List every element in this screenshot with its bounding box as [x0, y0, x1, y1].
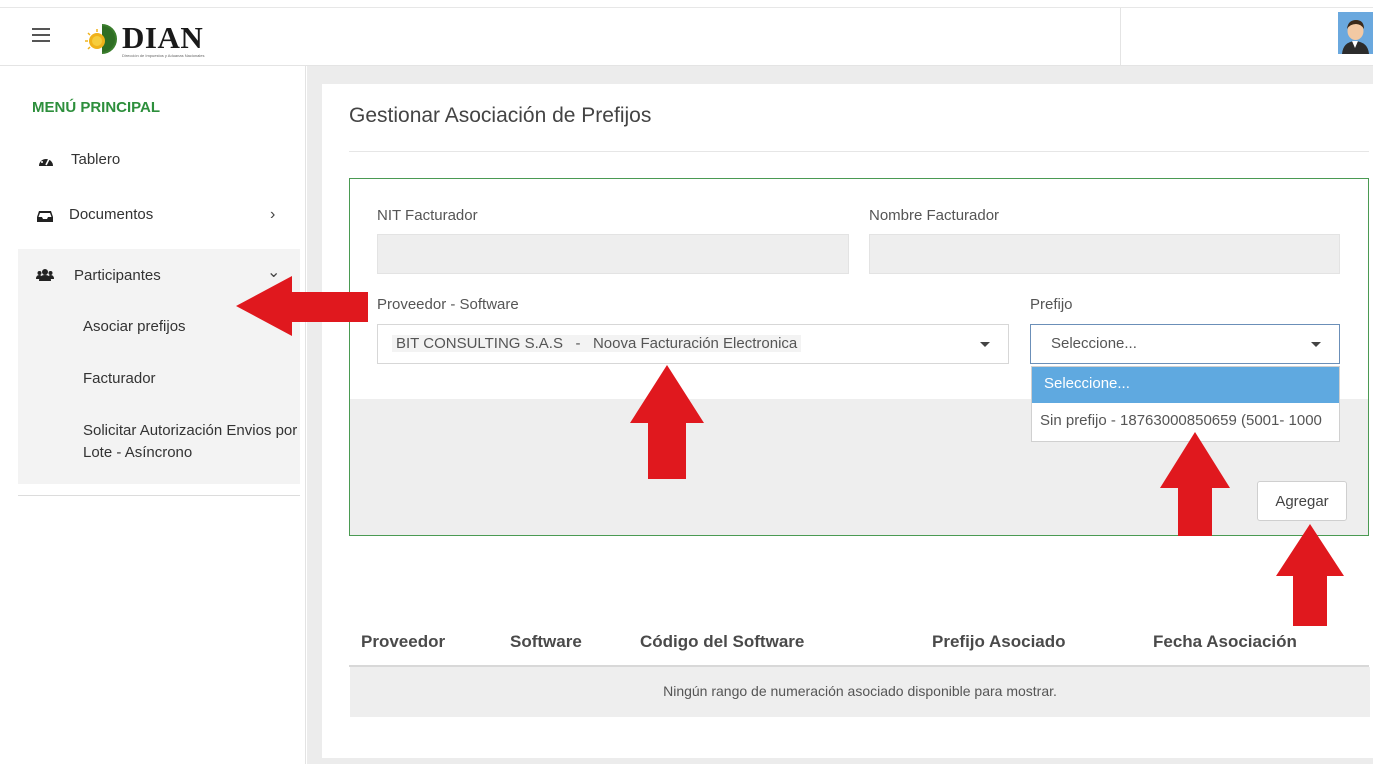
brand-tagline: Dirección de Impuestos y Aduanas Naciona… — [122, 53, 205, 58]
arrow-up-annotation-icon — [1276, 524, 1344, 626]
agregar-button[interactable]: Agregar — [1257, 481, 1347, 521]
chevron-right-icon: › — [270, 206, 276, 223]
nombre-label: Nombre Facturador — [869, 207, 1000, 224]
avatar-person-icon — [1338, 12, 1373, 54]
nit-label: NIT Facturador — [377, 207, 478, 224]
column-header-fecha-asociacion[interactable]: Fecha Asociación — [1153, 632, 1297, 652]
nit-field[interactable] — [377, 234, 849, 274]
column-header-proveedor[interactable]: Proveedor — [361, 632, 445, 652]
sidebar-subitem-solicitar-autorizacion[interactable]: Solicitar Autorización Envios por Lote -… — [83, 420, 298, 464]
sidebar-divider — [18, 495, 300, 496]
header-divider — [1120, 8, 1121, 65]
users-icon — [36, 269, 54, 281]
proveedor-label: Proveedor - Software — [377, 296, 519, 313]
caret-down-icon — [1311, 342, 1321, 347]
sidebar-item-label: Participantes — [74, 267, 161, 284]
sidebar-item-label: Tablero — [71, 151, 121, 168]
dashboard-icon — [39, 157, 53, 166]
column-header-prefijo-asociado[interactable]: Prefijo Asociado — [932, 632, 1066, 652]
prefijo-dropdown-list: Seleccione... Sin prefijo - 187630008506… — [1031, 366, 1340, 442]
top-header: DIAN Dirección de Impuestos y Aduanas Na… — [0, 0, 1373, 66]
dian-logo[interactable]: DIAN Dirección de Impuestos y Aduanas Na… — [84, 18, 214, 62]
proveedor-select[interactable]: BIT CONSULTING S.A.S - Noova Facturación… — [377, 324, 1009, 364]
sidebar-item-label: Documentos — [69, 206, 154, 223]
proveedor-selected-value: BIT CONSULTING S.A.S - Noova Facturación… — [392, 335, 802, 352]
title-divider — [349, 151, 1369, 152]
arrow-up-annotation-icon — [630, 365, 704, 479]
empty-table-message: Ningún rango de numeración asociado disp… — [663, 683, 1057, 699]
column-header-codigo-software[interactable]: Código del Software — [640, 632, 804, 652]
sidebar-subitem-asociar-prefijos[interactable]: Asociar prefijos — [83, 316, 186, 338]
sidebar-item-documentos[interactable]: Documentos › — [0, 201, 306, 231]
page-title: Gestionar Asociación de Prefijos — [349, 104, 652, 127]
user-avatar[interactable] — [1338, 12, 1373, 54]
menu-title: MENÚ PRINCIPAL — [32, 99, 161, 116]
hamburger-menu-icon[interactable] — [32, 28, 50, 42]
brand-name: DIAN — [122, 20, 204, 55]
arrow-left-annotation-icon — [236, 276, 368, 336]
sidebar: MENÚ PRINCIPAL Tablero Documentos › Part… — [0, 66, 306, 764]
column-header-software[interactable]: Software — [510, 632, 582, 652]
sidebar-item-tablero[interactable]: Tablero — [0, 146, 306, 176]
prefijo-selected-value: Seleccione... — [1051, 335, 1137, 352]
prefijo-option-seleccione[interactable]: Seleccione... — [1032, 367, 1339, 403]
dian-sun-icon — [85, 24, 117, 54]
inbox-icon — [37, 211, 53, 222]
nombre-field[interactable] — [869, 234, 1340, 274]
sidebar-subitem-facturador[interactable]: Facturador — [83, 368, 156, 390]
caret-down-icon — [980, 342, 990, 347]
browser-strip — [0, 0, 1373, 8]
arrow-up-annotation-icon — [1160, 432, 1230, 536]
prefijo-label: Prefijo — [1030, 296, 1073, 313]
table-empty-row: Ningún rango de numeración asociado disp… — [350, 667, 1370, 717]
prefijo-select[interactable]: Seleccione... — [1030, 324, 1340, 364]
